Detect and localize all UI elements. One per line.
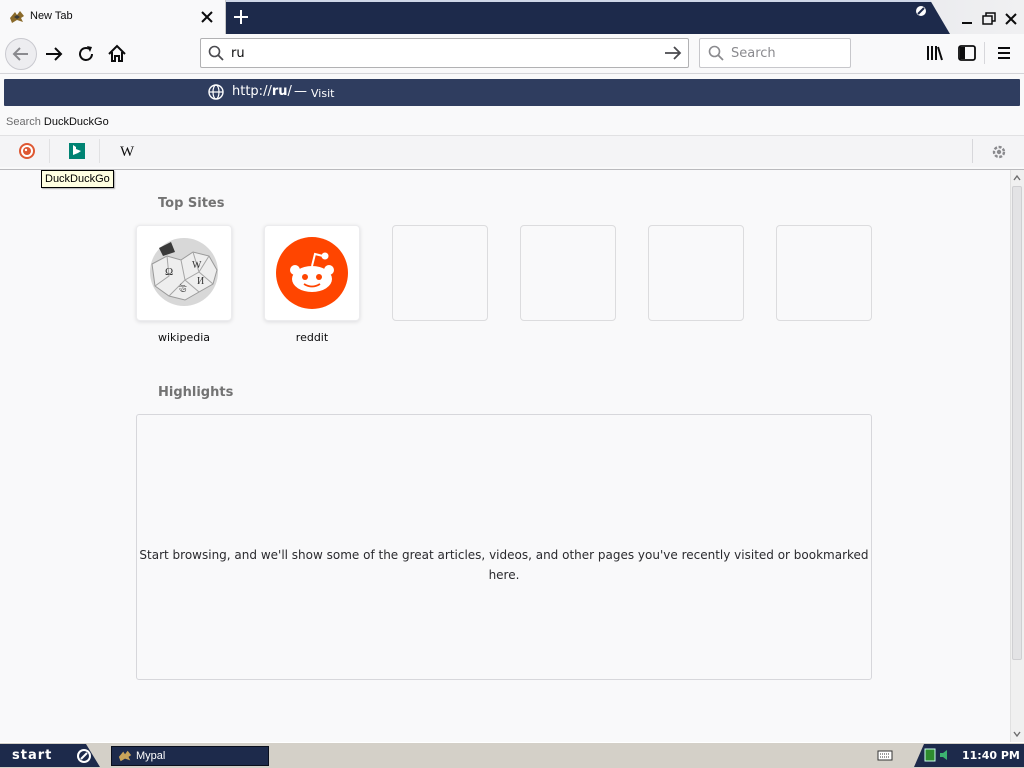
svg-text:И: И [197,276,204,287]
volume-icon[interactable] [938,748,952,762]
tab-title: New Tab [30,10,73,22]
top-site-empty-slot [520,225,616,321]
search-with-label: Search DuckDuckGo [6,116,109,128]
close-tab-icon[interactable] [198,8,216,26]
tab-new-tab[interactable]: New Tab [0,0,226,34]
search-placeholder: Search [731,46,776,61]
go-arrow-icon[interactable] [663,44,683,62]
restore-icon[interactable] [980,10,998,28]
network-icon[interactable] [924,748,936,762]
window-menu-icon[interactable] [913,3,929,19]
reload-icon[interactable] [74,42,98,66]
autocomplete-action: Visit [311,87,335,100]
autocomplete-url: http://ru/ [232,84,292,99]
highlights-heading: Highlights [158,385,234,400]
close-window-icon[interactable] [1002,10,1020,28]
wikipedia-engine-button[interactable]: W [104,139,150,163]
highlights-empty-state: Start browsing, and we'll show some of t… [136,414,872,680]
scroll-down-icon[interactable] [1012,728,1022,740]
engine-tooltip: DuckDuckGo [41,170,114,188]
top-site-label: wikipedia [157,331,210,344]
autocomplete-row-visit[interactable]: http://ru/ — Visit [4,79,1020,106]
top-sites-heading: Top Sites [158,196,225,211]
engine-separator [972,139,973,163]
autocomplete-separator: — [294,84,307,99]
top-site-tile-reddit[interactable] [264,225,360,321]
globe-icon [208,84,224,100]
svg-text:W: W [192,260,202,271]
duckduckgo-engine-button[interactable] [4,139,50,163]
search-icon [208,45,224,61]
top-site-empty-slot [648,225,744,321]
reddit-alien-icon [265,226,359,320]
url-bar[interactable] [200,38,689,68]
forward-arrow-icon[interactable] [42,42,66,66]
scrollbar-thumb[interactable] [1012,186,1022,660]
svg-text:ঊ: ঊ [178,283,187,294]
bing-engine-button[interactable] [54,139,100,163]
svg-text:W: W [120,144,135,160]
top-site-empty-slot [776,225,872,321]
top-site-tile-wikipedia[interactable]: Ω W И ঊ [136,225,232,321]
start-button[interactable]: start [0,744,100,767]
library-icon[interactable] [924,42,946,64]
toolbar-separator [984,42,985,64]
top-site-label: reddit [295,331,329,344]
one-off-search-engines [0,135,1024,167]
start-logo-icon [76,748,92,764]
taskbar-clock: 11:40 PM [962,749,1020,762]
scroll-up-icon[interactable] [1012,172,1022,184]
svg-text:Ω: Ω [165,266,173,278]
hamburger-menu-icon[interactable] [993,42,1015,64]
minimize-icon[interactable] [958,10,976,28]
search-bar[interactable]: Search [699,38,851,68]
url-input[interactable] [231,44,651,62]
highlights-empty-message: Start browsing, and we'll show some of t… [139,548,869,582]
sidebar-icon[interactable] [956,42,978,64]
search-icon [708,45,724,61]
keyboard-icon[interactable] [877,748,893,762]
new-tab-plus-icon[interactable] [230,6,252,28]
mypal-favicon-icon [9,9,25,25]
back-button[interactable] [5,38,37,70]
taskbar-item-label: Mypal [136,750,166,762]
home-icon[interactable] [105,42,129,66]
top-site-empty-slot [392,225,488,321]
gear-icon[interactable] [988,141,1010,163]
taskbar-item-mypal[interactable]: Mypal [111,746,269,766]
start-label: start [12,748,53,763]
mypal-app-icon [118,749,132,763]
wikipedia-globe-icon: Ω W И ঊ [137,226,231,320]
